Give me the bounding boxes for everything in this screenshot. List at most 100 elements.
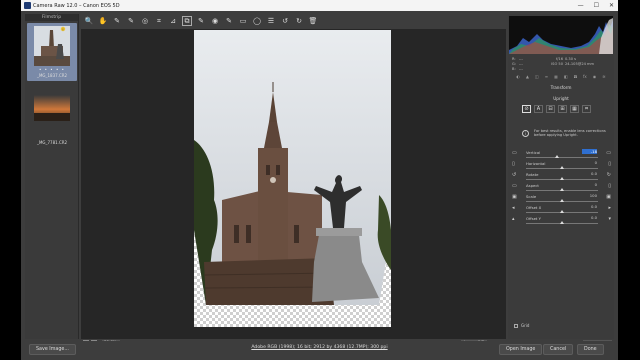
aspect-slider[interactable]: ▭ Aspect 0 ▯ [512, 182, 612, 194]
scale-left-icon: ▣ [512, 194, 517, 200]
slider-value[interactable]: 0 [582, 160, 597, 165]
upright-vertical-icon[interactable]: ⊞ [558, 105, 567, 113]
thumbnail-filename: _MG_1837.CR2 [36, 73, 68, 78]
trash-icon[interactable]: 🗑 [308, 16, 318, 26]
adjustment-brush-icon[interactable]: ✎ [224, 16, 234, 26]
slider-label: Horizontal [526, 161, 546, 166]
rotate-left-icon: ↺ [512, 172, 517, 178]
lens-value: 24-105@24 mm [565, 61, 595, 66]
color-sampler-icon[interactable]: ✎ [126, 16, 136, 26]
open-image-button[interactable]: Open Image [499, 344, 543, 355]
close-button[interactable]: ✕ [609, 2, 614, 9]
slider-value[interactable]: 0.0 [582, 215, 597, 220]
targeted-adjust-icon[interactable]: ◎ [140, 16, 150, 26]
horizontal-left-icon: ▯ [512, 161, 515, 167]
panel-tabs: ◐ ▲ ◫ ≡ ▦ ◧ ⊡ fx ◉ ≋ [508, 74, 614, 80]
slider-value[interactable]: 100 [582, 193, 597, 198]
offset-y-right-icon: ▾ [608, 216, 611, 222]
rating-stars[interactable]: • • • • • [27, 67, 77, 72]
horizontal-slider[interactable]: ▯ Horizontal 0 ▯ [512, 160, 612, 172]
cancel-button[interactable]: Cancel [543, 344, 574, 355]
slider-track [526, 157, 598, 158]
filmstrip-header: Filmstrip [25, 14, 78, 21]
hand-icon[interactable]: ✋ [98, 16, 108, 26]
detail-tab-icon[interactable]: ◫ [535, 74, 539, 80]
crop-icon[interactable]: ⌗ [154, 16, 164, 26]
straighten-icon[interactable]: ⊿ [168, 16, 178, 26]
slider-knob[interactable] [560, 221, 564, 224]
slider-label: Vertical [526, 150, 541, 155]
filmstrip-panel: Filmstrip ! • • • • • _MG_1837.CR2 _MG_7… [25, 14, 79, 339]
rotate-right-icon[interactable]: ↻ [294, 16, 304, 26]
tone-curve-tab-icon[interactable]: ▲ [526, 74, 529, 80]
scale-right-icon: ▣ [606, 194, 611, 200]
red-eye-icon[interactable]: ◉ [210, 16, 220, 26]
thumbnail-church-image: ! [34, 26, 70, 66]
slider-value[interactable]: 0 [582, 182, 597, 187]
church-photo-preview[interactable] [194, 30, 391, 327]
upright-auto-icon[interactable]: A [534, 105, 543, 113]
preferences-icon[interactable]: ☰ [266, 16, 276, 26]
slider-knob[interactable] [560, 188, 564, 191]
rotate-slider[interactable]: ↺ Rotate 0.0 ↻ [512, 171, 612, 183]
offset-x-slider[interactable]: ◂ Offset X 0.0 ▸ [512, 204, 612, 216]
vertical-slider[interactable]: ▭ Vertical -18 ▭ [512, 149, 612, 161]
zoom-icon[interactable]: 🔍 [84, 16, 94, 26]
filmstrip-item-2[interactable]: _MG_7781.CR2 [27, 92, 77, 152]
radial-filter-icon[interactable]: ◯ [252, 16, 262, 26]
calibration-tab-icon[interactable]: ◉ [593, 74, 597, 80]
offset-y-slider[interactable]: ▴ Offset Y 0.0 ▾ [512, 215, 612, 227]
tools-toolbar: 🔍 ✋ ✎ ✎ ◎ ⌗ ⊿ ⧉ ✎ ◉ ✎ ▭ ◯ ☰ ↺ ↻ 🗑 [81, 14, 506, 28]
vertical-left-icon: ▭ [512, 150, 517, 156]
lens-corrections-tab-icon[interactable]: ◧ [564, 74, 568, 80]
scale-slider[interactable]: ▣ Scale 100 ▣ [512, 193, 612, 205]
slider-knob[interactable] [560, 166, 564, 169]
slider-knob[interactable] [560, 177, 564, 180]
camera-raw-app-icon [24, 2, 31, 9]
basic-tab-icon[interactable]: ◐ [516, 74, 520, 80]
minimize-button[interactable]: — [578, 2, 584, 9]
done-button[interactable]: Done [577, 344, 604, 355]
slider-value[interactable]: 0.0 [582, 204, 597, 209]
slider-label: Rotate [526, 172, 539, 177]
histogram [509, 16, 613, 54]
camera-info: R: --- f/16 0.30 s G: --- ISO 50 24-105@… [512, 57, 612, 71]
slider-label: Offset Y [526, 216, 541, 221]
info-icon: i [522, 130, 529, 137]
slider-value[interactable]: -18 [582, 149, 597, 154]
presets-tab-icon[interactable]: ≋ [602, 74, 605, 80]
offset-x-left-icon: ◂ [512, 205, 515, 211]
spot-removal-icon[interactable]: ✎ [196, 16, 206, 26]
slider-label: Offset X [526, 205, 542, 210]
grid-label: Grid [521, 323, 530, 328]
graduated-filter-icon[interactable]: ▭ [238, 16, 248, 26]
offset-y-left-icon: ▴ [512, 216, 515, 222]
effects-tab-icon[interactable]: fx [583, 74, 587, 80]
upright-note: For best results, enable lens correction… [534, 129, 606, 138]
maximize-button[interactable]: ☐ [594, 2, 599, 9]
upright-full-icon[interactable]: ▦ [570, 105, 579, 113]
slider-knob[interactable] [555, 155, 559, 158]
filmstrip-item-1[interactable]: ! • • • • • _MG_1837.CR2 [27, 23, 77, 81]
window-title: Camera Raw 12.0 – Canon EOS 5D [33, 2, 120, 9]
white-balance-icon[interactable]: ✎ [112, 16, 122, 26]
rotate-left-icon[interactable]: ↺ [280, 16, 290, 26]
grid-checkbox[interactable] [514, 323, 518, 328]
hsl-tab-icon[interactable]: ≡ [545, 74, 548, 80]
aspect-left-icon: ▭ [512, 183, 517, 189]
title-bar: Camera Raw 12.0 – Canon EOS 5D — ☐ ✕ [21, 0, 618, 11]
slider-value[interactable]: 0.0 [582, 171, 597, 176]
image-preview-area[interactable] [81, 29, 506, 339]
right-letterbox [618, 0, 640, 360]
transform-tab-icon[interactable]: ⊡ [574, 74, 577, 80]
upright-buttons: ⊘ A ⊟ ⊞ ▦ ⌗ [522, 105, 591, 113]
upright-level-icon[interactable]: ⊟ [546, 105, 555, 113]
svg-text:!: ! [62, 27, 63, 31]
upright-guided-icon[interactable]: ⌗ [582, 105, 591, 113]
slider-knob[interactable] [560, 210, 564, 213]
slider-label: Scale [526, 194, 537, 199]
split-toning-tab-icon[interactable]: ▦ [554, 74, 558, 80]
upright-off-icon[interactable]: ⊘ [522, 105, 531, 113]
slider-knob[interactable] [560, 199, 564, 202]
transform-icon[interactable]: ⧉ [182, 16, 192, 26]
